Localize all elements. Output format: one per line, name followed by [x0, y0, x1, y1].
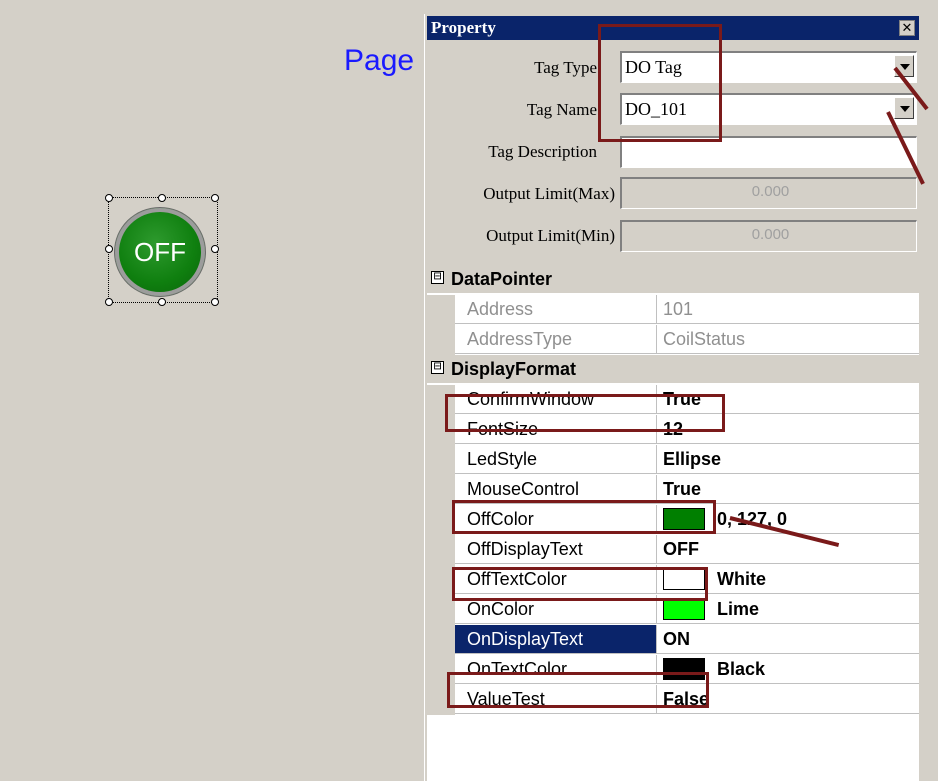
output-limit-max-input[interactable]: 0.000 — [620, 177, 917, 209]
resize-handle-n[interactable] — [158, 194, 166, 202]
color-value: 0, 127, 0 — [717, 509, 788, 529]
property-value[interactable]: OFF — [657, 535, 919, 564]
highlight-tag-fields — [598, 24, 722, 142]
category-displayformat[interactable]: ⊟ DisplayFormat — [427, 355, 919, 383]
property-name: OnDisplayText — [455, 625, 657, 654]
design-canvas: Page OFF — [0, 0, 424, 781]
close-icon[interactable]: ✕ — [899, 20, 915, 36]
tag-description-label: Tag Description — [488, 142, 597, 161]
collapse-icon[interactable]: ⊟ — [431, 270, 444, 284]
property-row-ondisplaytext[interactable]: OnDisplayText ON — [427, 625, 919, 655]
property-name: Address — [455, 295, 657, 324]
resize-handle-w[interactable] — [105, 245, 113, 253]
row-gutter — [427, 535, 455, 565]
property-row-ledstyle[interactable]: LedStyle Ellipse — [427, 445, 919, 475]
row-gutter — [427, 445, 455, 475]
category-datapointer[interactable]: ⊟ DataPointer — [427, 265, 919, 293]
output-limit-max-label: Output Limit(Max) — [483, 184, 615, 203]
property-name: AddressType — [455, 325, 657, 354]
resize-handle-se[interactable] — [211, 298, 219, 306]
property-row-address[interactable]: Address 101 — [427, 295, 919, 325]
led-button-widget[interactable]: OFF — [105, 194, 219, 306]
row-gutter — [427, 295, 455, 325]
resize-handle-ne[interactable] — [211, 194, 219, 202]
property-value[interactable]: 101 — [657, 295, 919, 324]
property-name: LedStyle — [455, 445, 657, 474]
page-title: Page — [344, 44, 415, 77]
tag-name-label: Tag Name — [526, 100, 597, 119]
color-value: Black — [717, 659, 766, 679]
row-gutter — [427, 475, 455, 505]
resize-handle-nw[interactable] — [105, 194, 113, 202]
property-name: OffDisplayText — [455, 535, 657, 564]
resize-handle-s[interactable] — [158, 298, 166, 306]
row-gutter — [427, 595, 455, 625]
highlight-offdisplaytext — [452, 567, 708, 601]
led-label: OFF — [134, 236, 186, 267]
color-value: White — [717, 569, 766, 589]
collapse-icon[interactable]: ⊟ — [431, 360, 444, 374]
category-label: DataPointer — [451, 269, 553, 289]
property-value[interactable]: Ellipse — [657, 445, 919, 474]
row-gutter — [427, 565, 455, 595]
led-ellipse[interactable]: OFF — [115, 208, 205, 296]
row-gutter — [427, 325, 455, 355]
output-limit-min-label: Output Limit(Min) — [486, 226, 615, 245]
output-limit-min-input[interactable]: 0.000 — [620, 220, 917, 252]
highlight-mousecontrol — [452, 500, 716, 534]
color-value: Lime — [717, 599, 760, 619]
property-row-addresstype[interactable]: AddressType CoilStatus — [427, 325, 919, 355]
chevron-down-icon[interactable] — [894, 97, 914, 119]
property-value[interactable]: ON — [657, 625, 919, 654]
resize-handle-e[interactable] — [211, 245, 219, 253]
property-row-offdisplaytext[interactable]: OffDisplayText OFF — [427, 535, 919, 565]
row-gutter — [427, 625, 455, 655]
property-value[interactable]: CoilStatus — [657, 325, 919, 354]
tag-type-label: Tag Type — [534, 58, 597, 77]
resize-handle-sw[interactable] — [105, 298, 113, 306]
color-swatch — [663, 597, 705, 620]
category-label: DisplayFormat — [451, 359, 577, 379]
row-gutter — [427, 505, 455, 535]
highlight-confirmwindow — [445, 394, 725, 432]
panel-title: Property — [431, 18, 496, 37]
highlight-ondisplaytext — [447, 672, 709, 708]
